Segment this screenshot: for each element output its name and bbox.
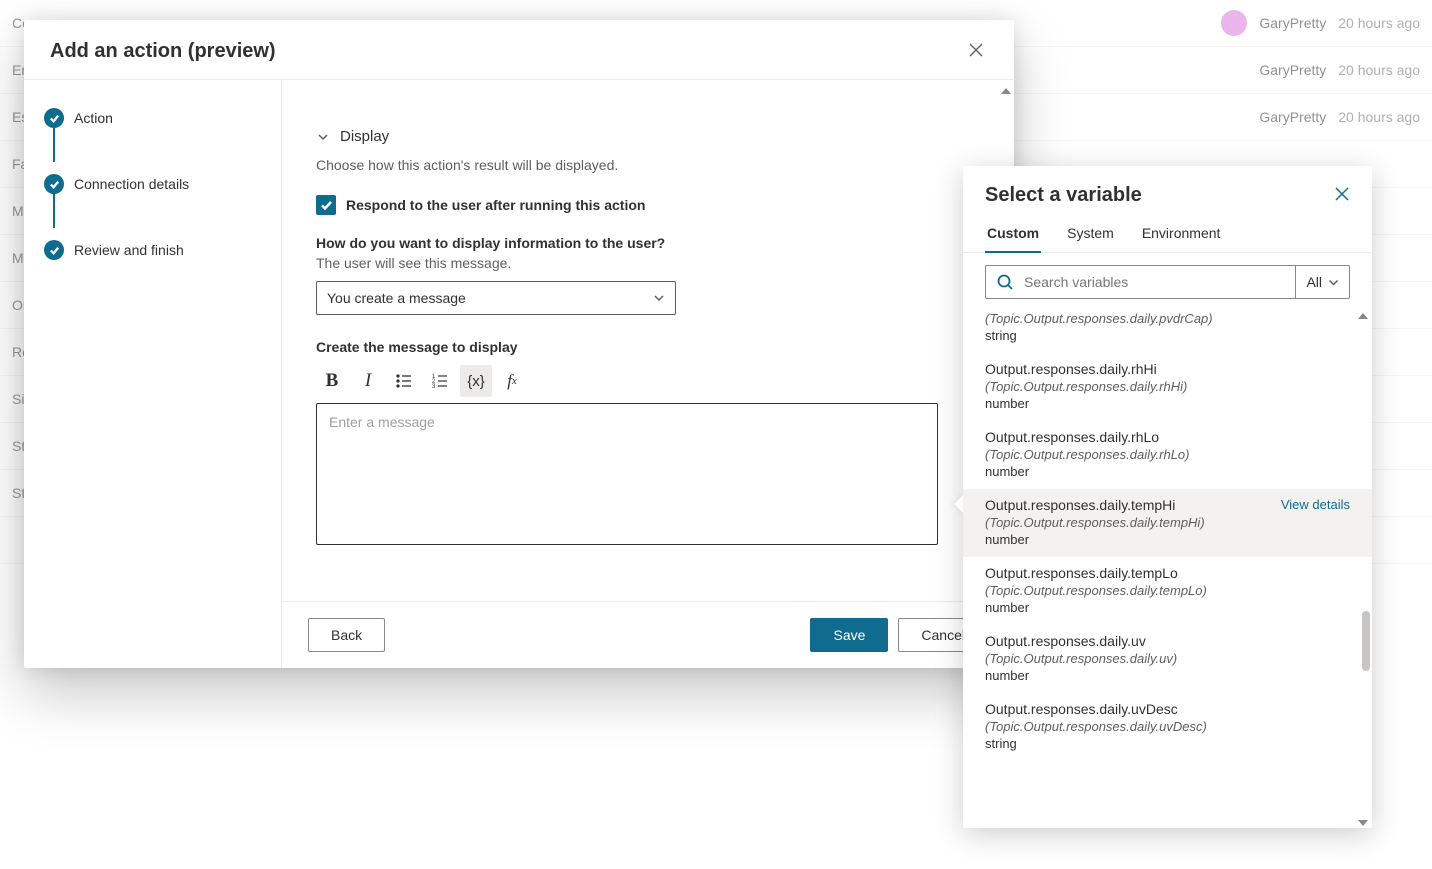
message-editor[interactable]: Enter a message [316, 403, 938, 545]
variable-item[interactable]: Output.responses.daily.tempLo (Topic.Outp… [963, 557, 1372, 625]
numbered-list-icon: 1 2 3 [431, 372, 449, 390]
variable-path: (Topic.Output.responses.daily.tempLo) [985, 583, 1350, 598]
scroll-up-arrow-icon[interactable] [1001, 88, 1011, 94]
display-section-toggle[interactable]: Display [316, 128, 980, 145]
section-title: Display [340, 128, 389, 145]
checkbox-checked-icon [316, 195, 336, 215]
filter-dropdown[interactable]: All [1295, 266, 1349, 298]
checkbox-label: Respond to the user after running this a… [346, 197, 645, 213]
variable-name: Output.responses.daily.tempHi [985, 497, 1175, 513]
check-icon [44, 174, 64, 194]
add-action-modal: Add an action (preview) Action Connectio… [24, 20, 1014, 668]
check-icon [44, 108, 64, 128]
variable-name: Output.responses.daily.uvDesc [985, 701, 1178, 717]
variable-name: Output.responses.daily.uv [985, 633, 1146, 649]
step-action[interactable]: Action [42, 102, 263, 134]
variable-path: (Topic.Output.responses.daily.uv) [985, 651, 1350, 666]
variable-picker-popover: Select a variable Custom System Environmen… [963, 166, 1372, 828]
bold-button[interactable]: B [316, 365, 348, 397]
step-label: Review and finish [74, 242, 184, 258]
variable-item[interactable]: Output.responses.daily.rhLo (Topic.Output… [963, 421, 1372, 489]
variable-name: Output.responses.daily.tempLo [985, 565, 1178, 581]
variable-path: (Topic.Output.responses.daily.rhHi) [985, 379, 1350, 394]
variable-type: number [985, 464, 1350, 479]
variable-type: string [985, 736, 1350, 751]
numbered-list-button[interactable]: 1 2 3 [424, 365, 456, 397]
search-icon [996, 273, 1014, 291]
wizard-steps: Action Connection details Review and fin… [24, 80, 282, 668]
step-connection-details[interactable]: Connection details [42, 168, 263, 200]
display-mode-select[interactable]: You create a message [316, 281, 676, 315]
modal-title: Add an action (preview) [50, 40, 276, 63]
variable-name: Output.responses.daily.rhLo [985, 429, 1159, 445]
chevron-down-icon [653, 292, 665, 304]
close-button[interactable] [964, 38, 988, 65]
display-question-label: How do you want to display information t… [316, 235, 980, 251]
button-label: Cancel [921, 627, 965, 643]
variable-path: (Topic.Output.responses.daily.rhLo) [985, 447, 1350, 462]
search-input-wrapper[interactable] [986, 266, 1295, 298]
step-connector [53, 128, 55, 162]
chevron-down-icon [316, 130, 330, 144]
variable-item[interactable]: Output.responses.daily.rhHi (Topic.Output… [963, 353, 1372, 421]
variable-item[interactable]: Output.responses.daily.uv (Topic.Output.r… [963, 625, 1372, 693]
tab-custom[interactable]: Custom [985, 225, 1041, 253]
search-input[interactable] [1022, 273, 1285, 291]
variable-type: number [985, 532, 1350, 547]
search-container: All [985, 265, 1350, 299]
variable-item[interactable]: Output.responses.daily.tempHi View detail… [963, 489, 1372, 557]
step-connector [53, 194, 55, 228]
section-description: Choose how this action's result will be … [316, 157, 980, 173]
editor-toolbar: B I 1 2 3 [316, 365, 980, 397]
variable-path: (Topic.Output.responses.daily.tempHi) [985, 515, 1350, 530]
variable-list[interactable]: (Topic.Output.responses.daily.pvdrCap) st… [963, 311, 1372, 828]
message-label: Create the message to display [316, 339, 980, 355]
variable-path: (Topic.Output.responses.daily.pvdrCap) [985, 311, 1350, 326]
italic-button[interactable]: I [352, 365, 384, 397]
close-icon [1334, 186, 1350, 202]
respond-checkbox-row[interactable]: Respond to the user after running this a… [316, 195, 980, 215]
picker-tabs: Custom System Environment [963, 215, 1372, 253]
button-label: Save [833, 627, 865, 643]
variable-type: number [985, 668, 1350, 683]
button-label: Back [331, 627, 362, 643]
modal-content: Display Choose how this action's result … [282, 80, 1014, 668]
step-label: Action [74, 110, 113, 126]
filter-label: All [1306, 274, 1322, 290]
check-icon [44, 240, 64, 260]
variable-type: number [985, 396, 1350, 411]
tab-system[interactable]: System [1065, 225, 1116, 252]
insert-formula-button[interactable]: fx [496, 365, 528, 397]
select-value: You create a message [327, 290, 466, 306]
modal-footer: Back Save Cancel [282, 601, 1014, 668]
variable-item[interactable]: Output.responses.daily.uvDesc (Topic.Outp… [963, 693, 1372, 761]
step-label: Connection details [74, 176, 189, 192]
editor-placeholder: Enter a message [329, 414, 435, 430]
variable-path: (Topic.Output.responses.daily.uvDesc) [985, 719, 1350, 734]
picker-title: Select a variable [985, 184, 1142, 207]
scroll-down-arrow-icon[interactable] [1358, 820, 1368, 826]
close-icon [968, 42, 984, 58]
variable-type: string [985, 328, 1350, 343]
scrollbar-thumb[interactable] [1362, 611, 1370, 671]
scroll-up-arrow-icon[interactable] [1358, 313, 1368, 319]
bullet-list-icon [395, 372, 413, 390]
tab-environment[interactable]: Environment [1140, 225, 1223, 252]
variable-type: number [985, 600, 1350, 615]
chevron-down-icon [1328, 277, 1339, 288]
variable-item[interactable]: (Topic.Output.responses.daily.pvdrCap) st… [963, 311, 1372, 353]
bullet-list-button[interactable] [388, 365, 420, 397]
save-button[interactable]: Save [810, 618, 888, 652]
view-details-link[interactable]: View details [1281, 497, 1350, 512]
insert-variable-button[interactable]: {x} [460, 365, 492, 397]
step-review-finish[interactable]: Review and finish [42, 234, 263, 266]
back-button[interactable]: Back [308, 618, 385, 652]
svg-text:3: 3 [432, 384, 436, 390]
variable-name: Output.responses.daily.rhHi [985, 361, 1157, 377]
picker-close-button[interactable] [1334, 186, 1350, 205]
display-question-sub: The user will see this message. [316, 255, 980, 271]
